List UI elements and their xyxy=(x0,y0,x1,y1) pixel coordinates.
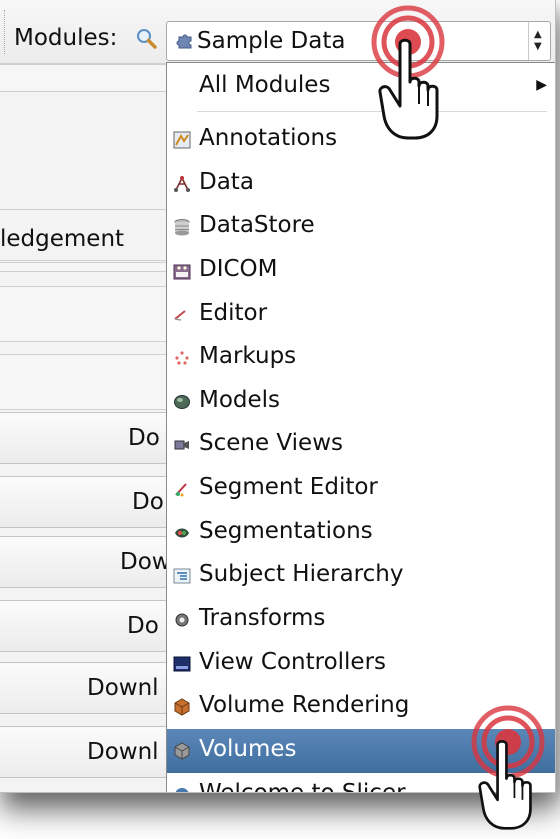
menu-item-welcome-to-slicer[interactable]: Welcome to Slicer xyxy=(167,773,555,792)
modules-label: Modules: xyxy=(14,25,118,51)
menu-item-volumes[interactable]: Volumes xyxy=(167,729,555,773)
dicom-icon xyxy=(173,264,191,280)
segment-editor-icon xyxy=(175,483,187,497)
slicer-window: Modules: Sample Data ▲ ▼ ledgement Do Do… xyxy=(0,0,556,793)
models-icon xyxy=(174,395,190,409)
subject-hierarchy-icon xyxy=(173,568,191,584)
puzzle-icon xyxy=(176,34,192,49)
menu-item-all-modules[interactable]: All Modules ▶ xyxy=(167,65,555,109)
module-selector-combobox[interactable]: Sample Data ▲ ▼ xyxy=(166,21,551,61)
menu-item-volume-rendering[interactable]: Volume Rendering xyxy=(167,685,555,729)
acknowledgement-section-label[interactable]: ledgement xyxy=(0,226,124,252)
markups-icon xyxy=(175,351,189,365)
welcome-icon xyxy=(175,788,189,792)
menu-item-segment-editor[interactable]: Segment Editor xyxy=(167,467,555,511)
annotations-icon xyxy=(173,131,191,149)
module-toolbar: Modules: Sample Data ▲ ▼ xyxy=(0,0,555,64)
transforms-icon xyxy=(175,613,189,627)
volume-rendering-icon xyxy=(174,698,190,716)
menu-item-data[interactable]: Data xyxy=(167,162,555,206)
menu-item-editor[interactable]: Editor xyxy=(167,293,555,337)
chevron-up-icon: ▲ xyxy=(534,29,542,40)
search-icon[interactable] xyxy=(134,27,158,51)
modules-dropdown-menu: All Modules ▶ Annotations Data DataStore… xyxy=(166,62,555,792)
scene-views-icon xyxy=(174,440,189,450)
menu-item-segmentations[interactable]: Segmentations xyxy=(167,511,555,555)
menu-item-annotations[interactable]: Annotations xyxy=(167,118,555,162)
menu-item-subject-hierarchy[interactable]: Subject Hierarchy xyxy=(167,554,555,598)
menu-item-scene-views[interactable]: Scene Views xyxy=(167,423,555,467)
menu-item-dicom[interactable]: DICOM xyxy=(167,249,555,293)
menu-item-models[interactable]: Models xyxy=(167,380,555,424)
editor-icon xyxy=(174,310,186,321)
segmentations-icon xyxy=(175,528,189,538)
menu-item-transforms[interactable]: Transforms xyxy=(167,598,555,642)
submenu-arrow-icon: ▶ xyxy=(536,77,547,93)
selected-module-text: Sample Data xyxy=(197,28,346,54)
view-controllers-icon xyxy=(173,656,191,672)
chevron-down-icon: ▼ xyxy=(534,41,542,52)
toolbar-grip[interactable] xyxy=(4,10,7,54)
menu-item-markups[interactable]: Markups xyxy=(167,336,555,380)
volumes-icon xyxy=(174,742,190,760)
datastore-icon xyxy=(174,219,190,236)
combo-arrows[interactable]: ▲ ▼ xyxy=(528,22,550,60)
menu-item-datastore[interactable]: DataStore xyxy=(167,205,555,249)
menu-separator xyxy=(197,111,547,112)
menu-item-view-controllers[interactable]: View Controllers xyxy=(167,642,555,686)
data-icon xyxy=(174,176,190,192)
